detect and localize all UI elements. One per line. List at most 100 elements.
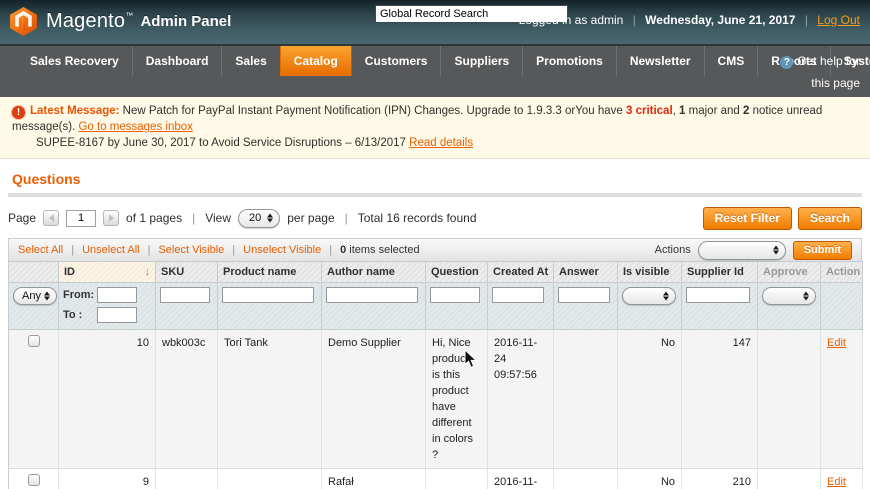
nav-item-catalog[interactable]: Catalog — [279, 46, 351, 76]
prev-page-icon — [45, 214, 54, 222]
id-from-input[interactable] — [97, 287, 137, 303]
read-details-link[interactable]: Read details — [409, 137, 473, 149]
per-page-select[interactable]: 20 — [238, 208, 281, 228]
separator: | — [232, 244, 236, 256]
separator: | — [804, 13, 808, 27]
select-all-link[interactable]: Select All — [18, 244, 63, 256]
stepper-icon — [772, 245, 779, 255]
logout-link[interactable]: Log Out — [817, 13, 860, 27]
next-page-button[interactable] — [103, 210, 120, 226]
column-header-approve: Approve — [757, 261, 821, 283]
action-cell: Edit — [820, 329, 863, 469]
column-header-sku[interactable]: SKU — [155, 261, 218, 283]
column-header-answer[interactable]: Answer — [553, 261, 618, 283]
sku-cell — [155, 468, 218, 489]
nav-item-cms[interactable]: CMS — [703, 46, 758, 76]
header-user-area: Logged in as admin | Wednesday, June 21,… — [519, 13, 860, 27]
row-checkbox[interactable] — [27, 335, 40, 347]
brand-subtitle: Admin Panel — [140, 13, 232, 30]
unselect-visible-link[interactable]: Unselect Visible — [243, 244, 321, 256]
id-to-input[interactable] — [97, 307, 137, 323]
filter-visible-cell — [617, 282, 682, 330]
top-header: Magento™ Admin Panel Logged in as admin … — [0, 0, 870, 44]
notification-line1: ! Latest Message: New Patch for PayPal In… — [12, 103, 858, 135]
from-label: From: — [63, 289, 95, 301]
column-header-checkbox — [8, 261, 59, 283]
stepper-icon — [663, 291, 669, 301]
separator: | — [192, 211, 196, 225]
column-header-supplier-id[interactable]: Supplier Id — [681, 261, 758, 283]
selection-links: Select All | Unselect All | Select Visib… — [18, 244, 420, 256]
message-text: New Patch for PayPal Instant Payment Not… — [119, 105, 626, 117]
nav-items: Sales Recovery Dashboard Sales Catalog C… — [0, 46, 870, 76]
column-header-created-at[interactable]: Created At — [487, 261, 554, 283]
unselect-all-link[interactable]: Unselect All — [82, 244, 139, 256]
actions-select[interactable] — [697, 240, 786, 260]
answer-cell — [553, 468, 618, 489]
stepper-icon — [803, 291, 809, 301]
question-filter-input[interactable] — [430, 287, 480, 303]
prev-page-button[interactable] — [43, 210, 60, 226]
nav-item-promotions[interactable]: Promotions — [522, 46, 616, 76]
mouse-cursor-icon — [464, 349, 478, 368]
column-header-author-name[interactable]: Author name — [321, 261, 426, 283]
page-number-input[interactable] — [66, 209, 97, 227]
filter-checkbox-cell: Any — [8, 282, 59, 330]
magento-admin-page: Magento™ Admin Panel Logged in as admin … — [0, 0, 870, 489]
column-header-id[interactable]: ID ↓ — [58, 261, 156, 283]
separator: | — [344, 211, 348, 225]
is-visible-filter-select[interactable] — [622, 287, 676, 305]
filter-author-cell — [321, 282, 426, 330]
supplier-id-filter-input[interactable] — [686, 287, 750, 303]
created-cell: 2016-11-21 12:22:39 — [487, 468, 554, 489]
filter-question-cell — [425, 282, 488, 330]
author-name-filter-input[interactable] — [326, 287, 418, 303]
nav-item-suppliers[interactable]: Suppliers — [440, 46, 522, 76]
answer-filter-input[interactable] — [558, 287, 610, 303]
nav-item-dashboard[interactable]: Dashboard — [131, 46, 222, 76]
approve-cell — [757, 329, 821, 469]
submit-button[interactable]: Submit — [792, 240, 852, 260]
message-text: SUPEE-8167 by June 30, 2017 to Avoid Ser… — [36, 137, 410, 149]
nav-item-sales[interactable]: Sales — [221, 46, 279, 76]
approve-cell — [757, 468, 821, 489]
product-name-filter-input[interactable] — [222, 287, 314, 303]
message-text: major and — [685, 105, 743, 117]
question-cell — [425, 468, 488, 489]
filter-sku-cell — [155, 282, 218, 330]
nav-item-newsletter[interactable]: Newsletter — [615, 46, 704, 76]
select-visible-link[interactable]: Select Visible — [158, 244, 224, 256]
product-cell — [217, 468, 322, 489]
visible-cell: No — [617, 329, 682, 469]
per-page-label: per page — [287, 211, 335, 225]
approve-filter-select[interactable] — [762, 287, 816, 305]
column-header-question[interactable]: Question — [425, 261, 488, 283]
reset-filter-button[interactable]: Reset Filter — [702, 206, 792, 230]
checkbox-cell — [8, 329, 59, 469]
sku-filter-input[interactable] — [160, 287, 210, 303]
edit-link[interactable]: Edit — [827, 476, 846, 488]
row-checkbox[interactable] — [27, 474, 40, 486]
edit-link[interactable]: Edit — [827, 337, 846, 349]
get-help-link[interactable]: ? Get help for this page — [780, 50, 860, 94]
visible-cell: No — [617, 468, 682, 489]
nav-item-sales-recovery[interactable]: Sales Recovery — [17, 46, 132, 76]
column-header-is-visible[interactable]: Is visible — [617, 261, 682, 283]
page-title: Questions — [12, 171, 81, 187]
messages-inbox-link[interactable]: Go to messages inbox — [78, 121, 192, 133]
any-select[interactable]: Any — [13, 287, 57, 305]
column-header-product-name[interactable]: Product name — [217, 261, 322, 283]
nav-item-customers[interactable]: Customers — [350, 46, 441, 76]
next-page-icon — [108, 214, 118, 222]
mass-action-bar: Select All | Unselect All | Select Visib… — [8, 238, 862, 261]
items-selected-count: 0 items selected — [340, 244, 420, 256]
warning-icon: ! — [12, 106, 25, 119]
created-at-filter-input[interactable] — [492, 287, 544, 303]
logged-in-text: Logged in as admin — [518, 13, 624, 27]
filter-supplier-cell — [681, 282, 758, 330]
grid-toolbar: Page of 1 pages | View 20 per page | Tot… — [8, 206, 862, 230]
any-value: Any — [22, 290, 41, 302]
latest-message-label: Latest Message: — [30, 105, 120, 117]
search-button[interactable]: Search — [797, 206, 862, 230]
filter-id-cell: From: To : — [58, 282, 156, 330]
